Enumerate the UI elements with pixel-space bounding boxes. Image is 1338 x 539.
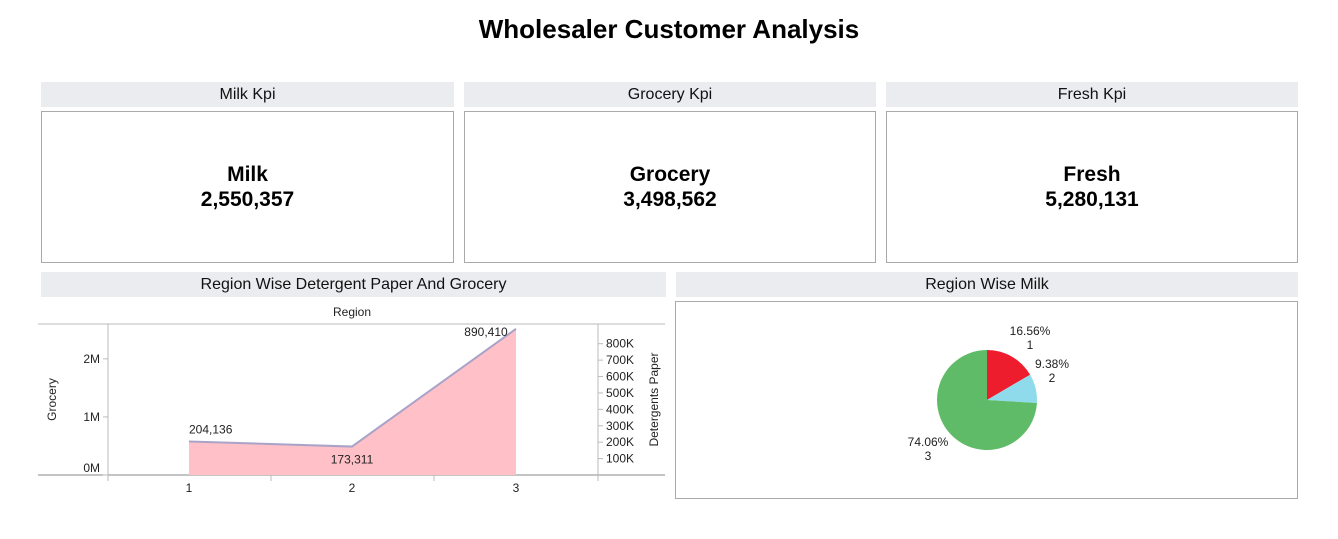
pie-label-region-1: 1: [1027, 338, 1034, 352]
pie-label-region-3: 3: [925, 449, 932, 463]
fresh-kpi-header: Fresh Kpi: [886, 82, 1298, 107]
pie-chart[interactable]: 16.56%19.38%2 74.06%3: [840, 305, 1140, 495]
left-tick-label-1: 1M: [83, 410, 100, 424]
left-tick-label-2: 2M: [83, 352, 100, 366]
pie-label-percent-1: 16.56%: [1010, 324, 1051, 338]
right-tick-label-4: 500K: [606, 386, 634, 400]
right-axis-title: Detergents Paper: [647, 352, 661, 446]
right-tick-label-0: 100K: [606, 452, 634, 466]
pie-label-region-2: 2: [1049, 371, 1056, 385]
pie-chart-header: Region Wise Milk: [676, 272, 1298, 297]
right-tick-label-5: 600K: [606, 370, 634, 384]
grocery-kpi-card[interactable]: Grocery 3,498,562: [464, 111, 876, 263]
data-label-region-1: 204,136: [189, 422, 233, 436]
fresh-kpi-value: 5,280,131: [1045, 188, 1139, 211]
milk-kpi-value: 2,550,357: [200, 188, 295, 211]
left-tick-label-0: 0M: [83, 461, 100, 475]
x-tick-label-1: 1: [186, 481, 193, 495]
milk-kpi-label: Milk: [227, 163, 268, 186]
right-tick-label-2: 300K: [606, 419, 634, 433]
grocery-kpi-label: Grocery: [629, 163, 711, 186]
right-tick-label-6: 700K: [606, 353, 634, 367]
data-label-region-2: 173,311: [331, 453, 374, 467]
data-label-region-3: 890,410: [464, 325, 508, 339]
left-axis-title: Grocery: [45, 378, 59, 421]
dashboard-title: Wholesaler Customer Analysis: [478, 14, 860, 44]
x-axis-title: Region: [333, 305, 371, 319]
area-chart-header: Region Wise Detergent Paper And Grocery: [41, 272, 666, 297]
fresh-kpi-label: Fresh: [1063, 163, 1121, 186]
pie-label-percent-2: 9.38%: [1035, 357, 1069, 371]
grocery-kpi-header: Grocery Kpi: [464, 82, 876, 107]
right-tick-label-1: 200K: [606, 435, 634, 449]
x-tick-label-3: 3: [513, 481, 520, 495]
milk-kpi-header: Milk Kpi: [41, 82, 454, 107]
fresh-kpi-card[interactable]: Fresh 5,280,131: [886, 111, 1298, 263]
area-chart[interactable]: 204,136 173,311 890,410 Region 0M 1M 2M Grocer…: [38, 300, 668, 500]
grocery-kpi-value: 3,498,562: [623, 188, 717, 211]
x-tick-label-2: 2: [349, 481, 356, 495]
pie-label-percent-3: 74.06%: [908, 435, 949, 449]
right-tick-label-7: 800K: [606, 337, 634, 351]
milk-kpi-card[interactable]: Milk 2,550,357: [41, 111, 454, 263]
right-tick-label-3: 400K: [606, 402, 634, 416]
